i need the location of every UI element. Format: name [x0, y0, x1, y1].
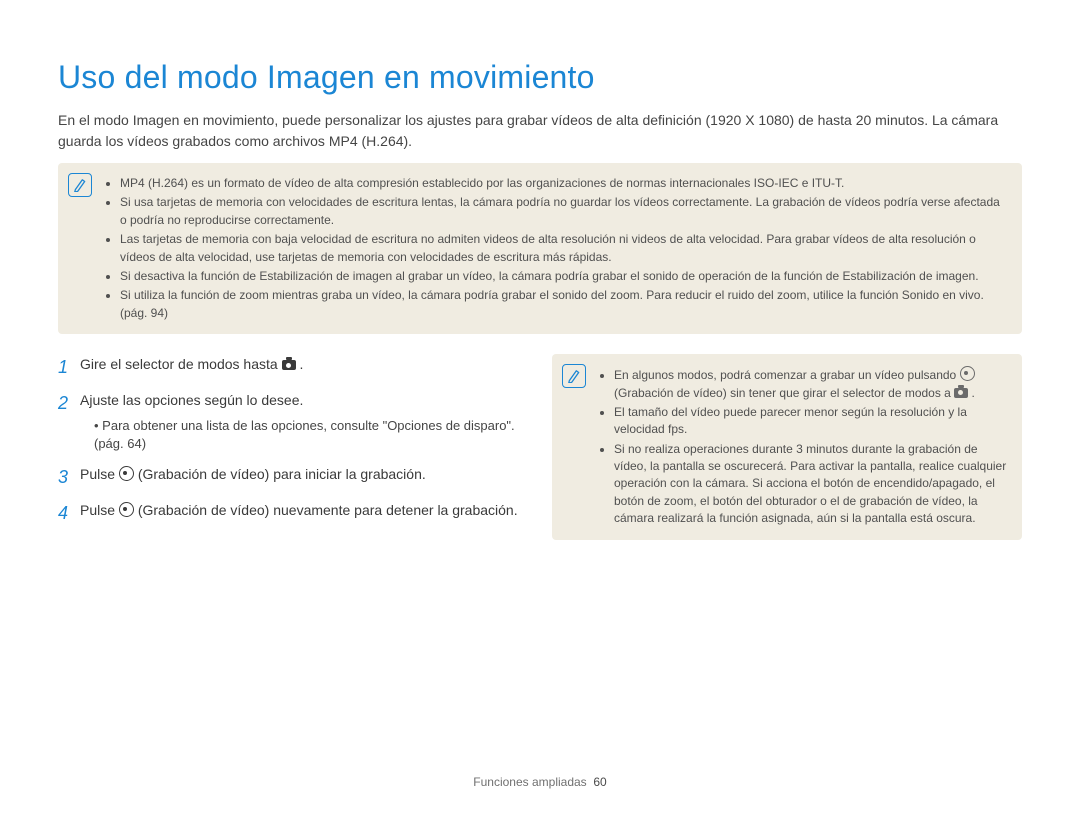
top-note-item: Si usa tarjetas de memoria con velocidad… — [120, 194, 1008, 229]
side-note-item: Si no realiza operaciones durante 3 minu… — [614, 441, 1008, 528]
record-button-icon — [119, 466, 134, 481]
page-footer: Funciones ampliadas 60 — [0, 774, 1080, 791]
step-4: 4 Pulse (Grabación de vídeo) nuevamente … — [58, 500, 528, 526]
record-button-icon — [119, 502, 134, 517]
top-note-box: MP4 (H.264) es un formato de vídeo de al… — [58, 163, 1022, 334]
steps-column: 1 Gire el selector de modos hasta . 2 Aj… — [58, 354, 528, 540]
top-note-list: MP4 (H.264) es un formato de vídeo de al… — [106, 175, 1008, 322]
top-note-item: Las tarjetas de memoria con baja velocid… — [120, 231, 1008, 266]
step-text: . — [299, 356, 303, 372]
step-text: Gire el selector de modos hasta — [80, 356, 282, 372]
note-text-fragment: En algunos modos, podrá comenzar a graba… — [614, 368, 960, 382]
side-note-box: En algunos modos, podrá comenzar a graba… — [552, 354, 1022, 540]
intro-text: En el modo Imagen en movimiento, puede p… — [58, 110, 1022, 151]
note-text-fragment: . — [972, 386, 975, 400]
note-icon — [68, 173, 92, 197]
footer-section: Funciones ampliadas — [473, 775, 586, 789]
step-number: 3 — [58, 464, 80, 490]
step-number: 4 — [58, 500, 80, 526]
page-title: Uso del modo Imagen en movimiento — [58, 54, 1022, 100]
step-text: (Grabación de vídeo) nuevamente para det… — [138, 502, 518, 518]
record-button-icon — [960, 366, 975, 381]
step-2: 2 Ajuste las opciones según lo desee. Pa… — [58, 390, 528, 454]
top-note-item: MP4 (H.264) es un formato de vídeo de al… — [120, 175, 1008, 192]
movie-mode-icon — [282, 360, 296, 370]
step-3: 3 Pulse (Grabación de vídeo) para inicia… — [58, 464, 528, 490]
step-1: 1 Gire el selector de modos hasta . — [58, 354, 528, 380]
step-text: (Grabación de vídeo) para iniciar la gra… — [138, 466, 426, 482]
top-note-item: Si utiliza la función de zoom mientras g… — [120, 287, 1008, 322]
step-text: Pulse — [80, 502, 119, 518]
top-note-item: Si desactiva la función de Estabilizació… — [120, 268, 1008, 285]
side-note-item: El tamaño del vídeo puede parecer menor … — [614, 404, 1008, 439]
step-text: Ajuste las opciones según lo desee. — [80, 392, 303, 408]
side-note-list: En algunos modos, podrá comenzar a graba… — [600, 366, 1008, 528]
movie-mode-icon — [954, 388, 968, 398]
step-number: 1 — [58, 354, 80, 380]
step-number: 2 — [58, 390, 80, 416]
note-text-fragment: (Grabación de vídeo) sin tener que girar… — [614, 386, 954, 400]
step-text: Pulse — [80, 466, 119, 482]
note-icon — [562, 364, 586, 388]
side-note-item: En algunos modos, podrá comenzar a graba… — [614, 366, 1008, 402]
footer-page-number: 60 — [593, 775, 606, 789]
step-subtext: Para obtener una lista de las opciones, … — [94, 417, 528, 455]
